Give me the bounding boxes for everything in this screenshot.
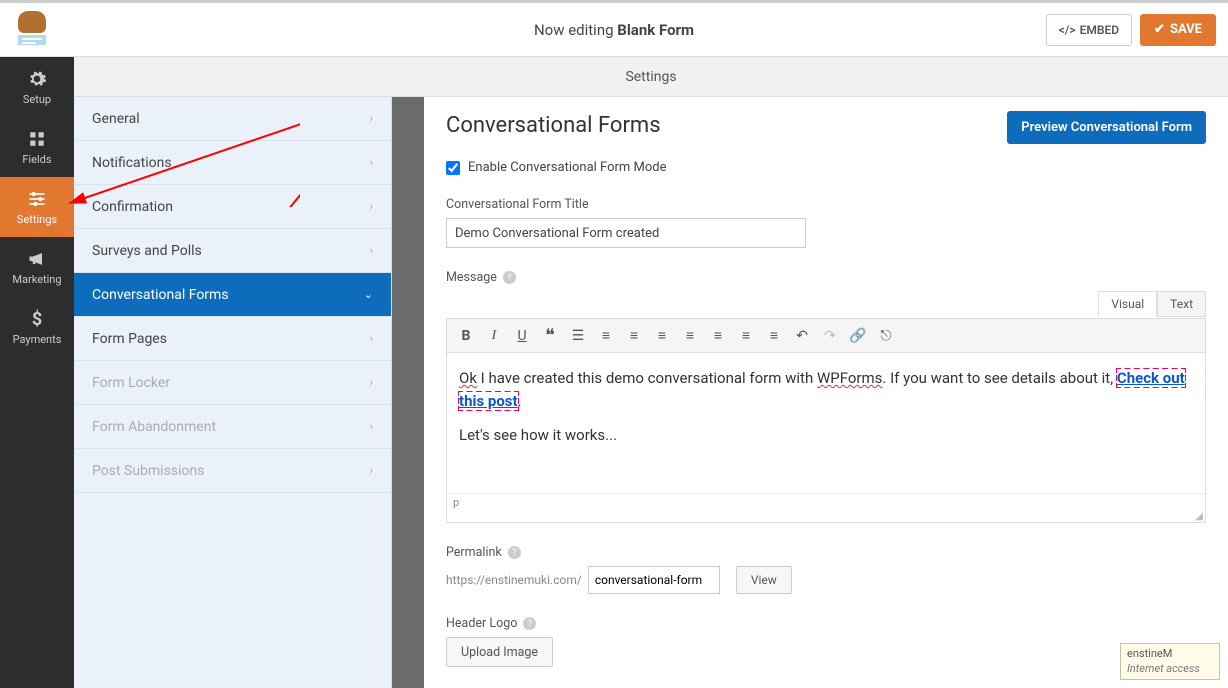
editor-body[interactable]: Ok I have created this demo conversation…	[447, 353, 1205, 493]
panel-label: Confirmation	[92, 199, 173, 215]
panel-item-form-pages[interactable]: Form Pages ›	[74, 317, 391, 361]
indent-right-icon[interactable]: ≡	[761, 323, 787, 349]
panel-label: Post Submissions	[92, 463, 204, 479]
ol-icon[interactable]: ≡	[593, 323, 619, 349]
message-field-label: Message ?	[446, 270, 1206, 285]
preview-conversational-button[interactable]: Preview Conversational Form	[1007, 111, 1206, 144]
panel-label: General	[92, 111, 140, 127]
resize-handle-icon[interactable]: ◢	[447, 511, 1205, 522]
link-icon[interactable]: 🔗	[845, 323, 871, 349]
editor-tab-visual[interactable]: Visual	[1098, 291, 1157, 317]
chevron-right-icon: ›	[370, 112, 373, 125]
quote-icon[interactable]: ❝	[537, 323, 563, 349]
panel-item-form-abandonment: Form Abandonment ›	[74, 405, 391, 449]
permalink-label: Permalink ?	[446, 545, 1206, 560]
sliders-icon	[27, 189, 47, 209]
settings-panel-list: General›Notifications›Confirmation›Surve…	[74, 97, 392, 688]
title-field-label: Conversational Form Title	[446, 197, 1206, 212]
chevron-right-icon: ›	[370, 156, 373, 169]
panel-label: Conversational Forms	[92, 287, 229, 303]
nav-label: Fields	[22, 153, 51, 166]
network-tooltip: enstineM Internet access	[1120, 643, 1220, 680]
left-nav: Setup Fields Settings Marketing $ Payments	[0, 57, 74, 688]
panel-label: Form Locker	[92, 375, 170, 391]
nav-item-fields[interactable]: Fields	[0, 117, 74, 177]
panel-header: Settings	[74, 57, 1228, 97]
align-justify-icon[interactable]: ≡	[705, 323, 731, 349]
dollar-icon: $	[27, 309, 47, 329]
help-icon[interactable]: ?	[523, 617, 536, 630]
chevron-right-icon: ›	[370, 200, 373, 213]
editor-status-path: p	[447, 493, 1205, 511]
nav-item-settings[interactable]: Settings	[0, 177, 74, 237]
panel-label: Surveys and Polls	[92, 243, 202, 259]
panel-gutter	[392, 97, 424, 688]
message-editor: B I U ❝ ☰ ≡ ≡ ≡ ≡ ≡ ≡ ≡ ↶ ↷ 🔗	[446, 318, 1206, 523]
editor-toolbar: B I U ❝ ☰ ≡ ≡ ≡ ≡ ≡ ≡ ≡ ↶ ↷ 🔗	[447, 319, 1205, 353]
check-icon: ✔	[1154, 22, 1165, 37]
permalink-slug-input[interactable]	[588, 566, 720, 594]
gear-icon	[27, 69, 47, 89]
nav-item-payments[interactable]: $ Payments	[0, 297, 74, 357]
panel-item-post-submissions: Post Submissions ›	[74, 449, 391, 493]
chevron-right-icon: ›	[370, 420, 373, 433]
align-right-icon[interactable]: ≡	[677, 323, 703, 349]
italic-icon[interactable]: I	[481, 323, 507, 349]
chevron-right-icon: ›	[370, 376, 373, 389]
nav-label: Settings	[17, 213, 57, 226]
underline-icon[interactable]: U	[509, 323, 535, 349]
chevron-right-icon: ›	[370, 332, 373, 345]
ul-icon[interactable]: ☰	[565, 323, 591, 349]
chevron-right-icon: ›	[370, 464, 373, 477]
help-icon[interactable]: ?	[508, 546, 521, 559]
top-bar: Now editing Blank Form </> EMBED ✔ SAVE	[0, 0, 1228, 57]
bold-icon[interactable]: B	[453, 323, 479, 349]
enable-conversational-label: Enable Conversational Form Mode	[468, 160, 667, 175]
svg-text:$: $	[32, 309, 42, 329]
align-left-icon[interactable]: ≡	[621, 323, 647, 349]
nav-label: Payments	[13, 333, 62, 346]
panel-label: Form Abandonment	[92, 419, 216, 435]
code-icon: </>	[1059, 23, 1076, 37]
nav-label: Setup	[23, 93, 51, 106]
wpforms-logo	[12, 9, 54, 51]
panel-item-form-locker: Form Locker ›	[74, 361, 391, 405]
megaphone-icon	[27, 249, 47, 269]
indent-left-icon[interactable]: ≡	[733, 323, 759, 349]
nav-label: Marketing	[12, 273, 61, 286]
help-icon[interactable]: ?	[503, 271, 516, 284]
save-button[interactable]: ✔ SAVE	[1140, 14, 1216, 46]
chevron-down-icon: ⌄	[364, 288, 373, 301]
panel-label: Notifications	[92, 155, 172, 171]
panel-label: Form Pages	[92, 331, 167, 347]
nav-item-setup[interactable]: Setup	[0, 57, 74, 117]
permalink-view-button[interactable]: View	[736, 566, 792, 594]
editor-tab-text[interactable]: Text	[1157, 291, 1206, 317]
panel-item-general[interactable]: General ›	[74, 97, 391, 141]
unlink-icon[interactable]: ⎋	[873, 323, 899, 349]
panel-item-conversational-forms[interactable]: Conversational Forms ⌄	[74, 273, 391, 317]
settings-content: Conversational Forms Preview Conversatio…	[424, 97, 1228, 688]
conversational-title-input[interactable]	[446, 218, 806, 248]
nav-item-marketing[interactable]: Marketing	[0, 237, 74, 297]
header-logo-label: Header Logo ?	[446, 616, 1206, 631]
enable-conversational-checkbox[interactable]	[446, 161, 460, 175]
embed-button[interactable]: </> EMBED	[1046, 14, 1132, 46]
panel-item-confirmation[interactable]: Confirmation ›	[74, 185, 391, 229]
panel-item-surveys-and-polls[interactable]: Surveys and Polls ›	[74, 229, 391, 273]
grid-icon	[27, 129, 47, 149]
undo-icon[interactable]: ↶	[789, 323, 815, 349]
align-center-icon[interactable]: ≡	[649, 323, 675, 349]
panel-item-notifications[interactable]: Notifications ›	[74, 141, 391, 185]
editing-title: Now editing Blank Form	[534, 21, 694, 39]
chevron-right-icon: ›	[370, 244, 373, 257]
permalink-prefix: https://enstinemuki.com/	[446, 573, 582, 587]
redo-icon[interactable]: ↷	[817, 323, 843, 349]
upload-image-button[interactable]: Upload Image	[446, 637, 553, 667]
